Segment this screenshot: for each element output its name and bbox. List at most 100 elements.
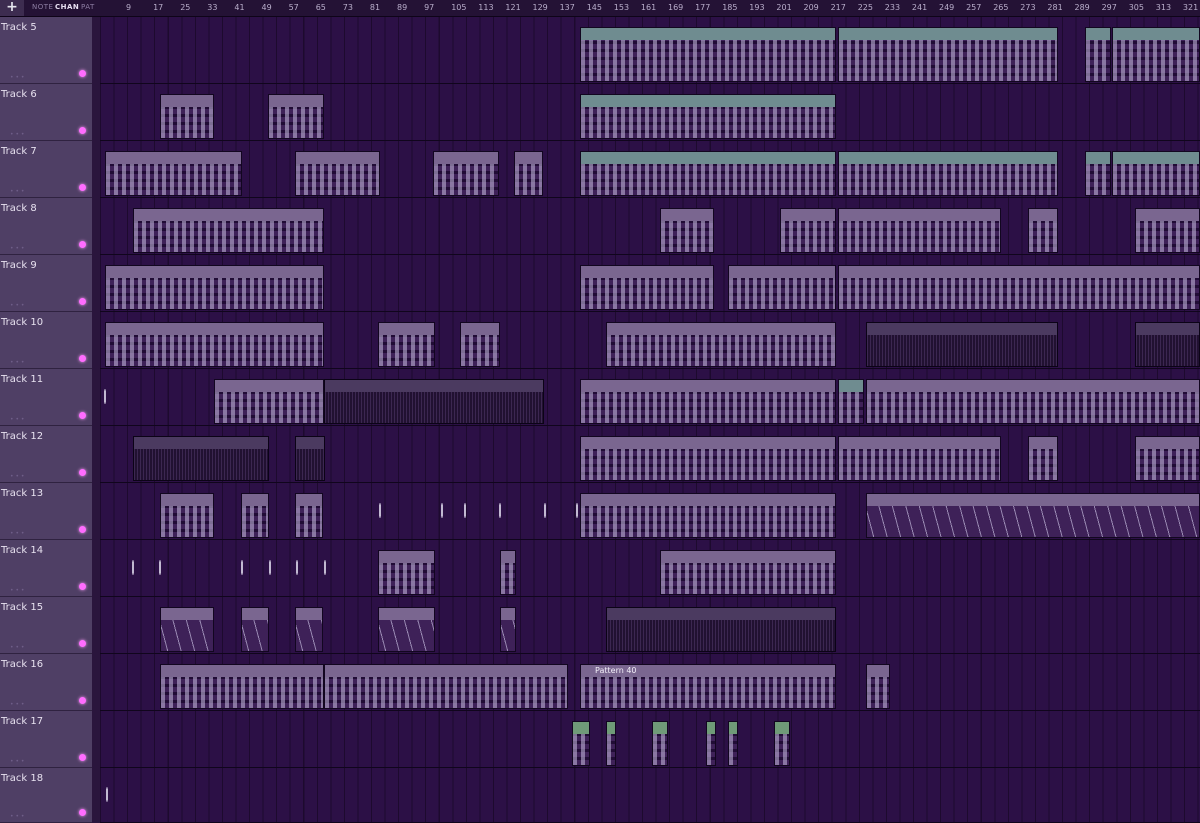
track-header[interactable]: Track 10 • • • [0,312,92,369]
clip-header[interactable] [581,152,835,164]
clip-header[interactable] [839,209,1000,221]
track-mute-icon[interactable] [79,640,86,647]
track-resize-column[interactable] [92,17,100,823]
audio-clip[interactable] [102,770,112,819]
clip-header[interactable] [775,722,789,734]
clip-header[interactable] [161,608,213,620]
pattern-clip[interactable] [160,664,324,709]
clip-header[interactable] [379,608,434,620]
pattern-clip[interactable] [866,322,1058,367]
track-mute-icon[interactable] [79,469,86,476]
pattern-clip[interactable] [1112,27,1200,82]
clip-header[interactable] [434,152,498,164]
track-header[interactable]: Track 12 • • • [0,426,92,483]
pattern-clip[interactable] [580,265,714,310]
pattern-clip[interactable] [606,322,836,367]
clip-header[interactable] [839,437,1000,449]
pattern-clip[interactable] [660,208,714,253]
track-lane[interactable] [100,711,1200,768]
clip-header[interactable] [296,437,324,449]
track-header[interactable]: Track 11 • • • [0,369,92,426]
clip-header[interactable] [581,95,835,107]
pattern-clip[interactable] [324,379,544,424]
mode-note-button[interactable]: NOTE [32,3,53,11]
pattern-clip[interactable] [1085,151,1111,196]
track-header[interactable]: Track 15 • • • [0,597,92,654]
clip-header[interactable] [325,665,567,677]
clip-header[interactable] [839,152,1057,164]
clip-header[interactable] [581,437,835,449]
track-header[interactable]: Track 7 • • • [0,141,92,198]
pattern-clip[interactable] [838,265,1200,310]
track-mute-icon[interactable] [79,697,86,704]
pattern-clip[interactable] [295,607,323,652]
audio-clip[interactable] [375,485,385,536]
audio-clip[interactable] [128,542,138,593]
track-mute-icon[interactable] [79,184,86,191]
pattern-clip[interactable] [1028,208,1058,253]
pattern-clip[interactable] [728,721,738,766]
clip-header[interactable] [1086,28,1110,40]
clip-header[interactable] [161,95,213,107]
pattern-clip[interactable] [160,94,214,139]
pattern-clip[interactable] [606,721,616,766]
track-lane[interactable] [100,483,1200,540]
pattern-clip[interactable] [706,721,716,766]
pattern-clip[interactable] [580,493,836,538]
track-lane[interactable] [100,141,1200,198]
pattern-clip[interactable] [1135,322,1200,367]
clip-header[interactable] [781,209,835,221]
clip-header[interactable] [461,323,499,335]
pattern-clip[interactable] [728,265,836,310]
pattern-clip[interactable] [295,151,380,196]
clip-header[interactable] [501,551,515,563]
clip-header[interactable] [296,608,322,620]
track-lane[interactable] [100,84,1200,141]
pattern-clip[interactable] [514,151,543,196]
clip-header[interactable] [867,323,1057,335]
pattern-clip[interactable] [1135,436,1200,481]
pattern-clip[interactable] [580,27,836,82]
pattern-clip[interactable] [160,607,214,652]
track-lane[interactable] [100,17,1200,84]
pattern-clip[interactable] [580,94,836,139]
track-lane[interactable] [100,426,1200,483]
audio-clip[interactable] [460,485,470,536]
clip-header[interactable] [161,494,213,506]
clip-header[interactable] [106,152,241,164]
mode-chan-button[interactable]: CHAN [55,3,79,11]
track-header[interactable]: Track 16 • • • [0,654,92,711]
pattern-clip[interactable] [295,493,323,538]
pattern-clip[interactable] [652,721,668,766]
clip-header[interactable] [653,722,667,734]
pattern-clip[interactable] [460,322,500,367]
pattern-clip[interactable] [1028,436,1058,481]
clip-header[interactable] [379,323,434,335]
track-mute-icon[interactable] [79,355,86,362]
pattern-clip[interactable] [268,94,324,139]
pattern-clip[interactable] [572,721,590,766]
pattern-clip[interactable] [580,379,836,424]
pattern-clip[interactable] [105,322,324,367]
pattern-clip[interactable] [295,436,325,481]
add-track-button[interactable]: + [0,0,24,16]
track-mute-icon[interactable] [79,127,86,134]
pattern-clip[interactable] [774,721,790,766]
clip-header[interactable] [242,494,268,506]
clip-header[interactable] [1136,437,1199,449]
track-header[interactable]: Track 17 • • • [0,711,92,768]
pattern-clip[interactable] [378,607,435,652]
audio-clip[interactable] [292,542,302,593]
clip-header[interactable] [839,266,1199,278]
pattern-clip[interactable] [105,151,242,196]
clip-header[interactable] [1113,28,1199,40]
clip-header[interactable] [661,551,835,563]
track-header[interactable]: Track 9 • • • [0,255,92,312]
pattern-clip[interactable] [838,27,1058,82]
clip-header[interactable] [296,494,322,506]
track-header[interactable]: Track 6 • • • [0,84,92,141]
pattern-clip[interactable] [160,493,214,538]
pattern-clip[interactable] [324,664,568,709]
pattern-clip[interactable] [838,208,1001,253]
clip-header[interactable] [1086,152,1110,164]
